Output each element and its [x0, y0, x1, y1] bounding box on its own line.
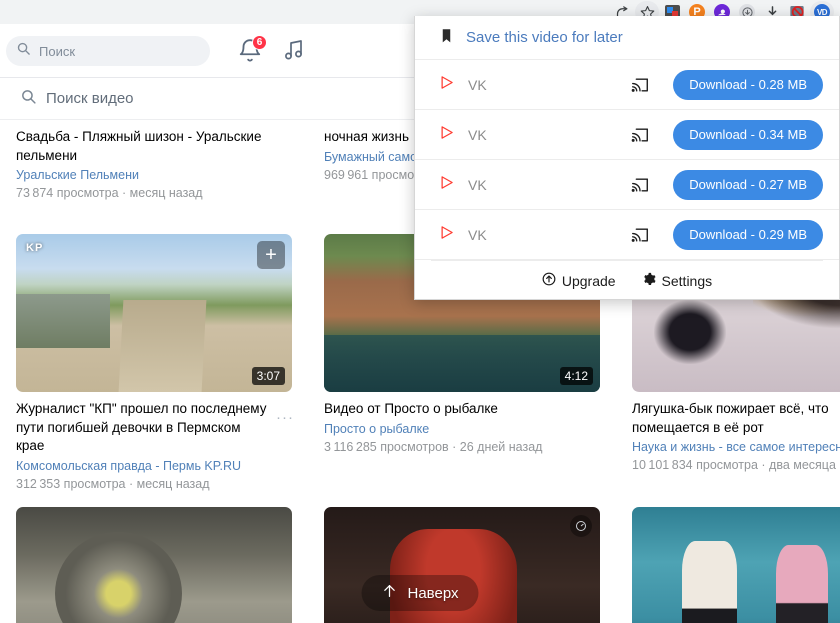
search-icon [16, 41, 31, 61]
video-meta: 3 116 285 просмотров · 26 дней назад [324, 439, 543, 454]
video-card[interactable]: KP + 3:07 Журналист "КП" прошел по после… [0, 234, 308, 507]
video-downloader-popup: Save this video for later VK Download - … [414, 16, 840, 300]
channel-watermark: KP [26, 242, 44, 254]
video-meta: 10 101 834 просмотра · два месяца н [632, 458, 840, 473]
more-options-icon[interactable] [570, 514, 592, 537]
play-triangle-icon [439, 225, 454, 245]
scroll-to-top-button[interactable]: Наверх [361, 575, 479, 611]
video-duration: 3:07 [251, 367, 285, 385]
video-thumbnail[interactable] [632, 506, 840, 623]
video-author[interactable]: Наука и жизнь - все самое интересно [632, 439, 840, 456]
notification-badge: 6 [252, 35, 267, 50]
video-search-placeholder: Поиск видео [46, 90, 134, 107]
video-card[interactable] [616, 506, 840, 623]
video-author[interactable]: Уральские Пельмени [16, 167, 292, 184]
upgrade-circle-arrow-icon [542, 272, 556, 289]
video-title: Лягушка-бык пожирает всё, что помещается… [632, 401, 829, 435]
save-for-later-label: Save this video for later [466, 29, 623, 46]
video-card[interactable]: продавец убеждал что эти [0, 506, 308, 623]
music-note-icon [285, 40, 302, 60]
cast-icon[interactable] [631, 127, 649, 143]
video-menu-button[interactable]: ··· [276, 410, 294, 425]
arrow-up-icon [382, 582, 398, 604]
download-row: VK Download - 0.34 MB [415, 110, 839, 160]
video-title: Видео от Просто о рыбалке [324, 401, 498, 416]
settings-button[interactable]: Settings [642, 272, 713, 289]
search-placeholder: Поиск [39, 43, 76, 59]
video-author[interactable]: Просто о рыбалке [324, 421, 600, 438]
search-input[interactable]: Поиск [6, 36, 210, 66]
play-triangle-icon [439, 125, 454, 145]
screen-root: P VD Поиск 6 Поиск видео Свадьба - Пляжн… [0, 0, 840, 623]
video-title: Журналист "КП" прошел по последнему пути… [16, 401, 267, 454]
download-row: VK Download - 0.27 MB [415, 160, 839, 210]
download-site-label: VK [468, 126, 487, 143]
play-triangle-icon [439, 175, 454, 195]
play-triangle-icon [439, 75, 454, 95]
music-button[interactable] [282, 38, 308, 64]
upgrade-label: Upgrade [561, 272, 616, 289]
download-button[interactable]: Download - 0.28 MB [673, 69, 823, 100]
video-meta: 73 874 просмотра · месяц назад [16, 186, 203, 201]
upgrade-button[interactable]: Upgrade [542, 272, 616, 289]
download-button[interactable]: Download - 0.27 MB [673, 169, 823, 200]
download-button[interactable]: Download - 0.34 MB [673, 119, 823, 150]
download-site-label: VK [468, 176, 487, 193]
video-thumbnail[interactable]: KP + 3:07 [16, 234, 292, 392]
video-title: Свадьба - Пляжный шизон - Уральские пель… [16, 129, 262, 163]
video-card[interactable]: Свадьба - Пляжный шизон - Уральские пель… [0, 120, 308, 234]
video-author[interactable]: Комсомольская правда - Пермь KP.RU [16, 458, 292, 475]
settings-label: Settings [661, 272, 713, 289]
video-thumbnail[interactable]: продавец убеждал что эти [16, 506, 292, 623]
download-button[interactable]: Download - 0.29 MB [673, 219, 823, 250]
scroll-to-top-label: Наверх [407, 584, 459, 602]
download-site-label: VK [468, 76, 487, 93]
download-row: VK Download - 0.28 MB [415, 60, 839, 110]
notifications-button[interactable]: 6 [237, 35, 267, 64]
cast-icon[interactable] [631, 177, 649, 193]
gear-icon [642, 272, 656, 289]
cast-icon[interactable] [631, 227, 649, 243]
popup-footer: Upgrade Settings [431, 260, 823, 299]
bookmark-icon [439, 26, 454, 50]
cast-icon[interactable] [631, 77, 649, 93]
video-duration: 4:12 [559, 367, 593, 385]
download-row: VK Download - 0.29 MB [415, 210, 839, 260]
popup-header[interactable]: Save this video for later [415, 16, 839, 60]
search-icon [20, 88, 37, 110]
video-meta: 312 353 просмотра · месяц назад [16, 476, 210, 491]
add-to-playlist-button[interactable]: + [257, 241, 285, 269]
download-site-label: VK [468, 226, 487, 243]
